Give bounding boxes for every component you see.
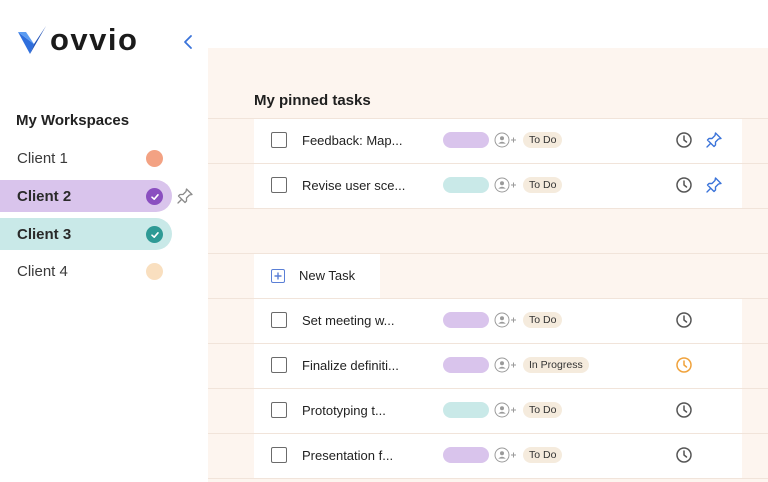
task-title[interactable]: Prototyping t...: [302, 403, 386, 418]
pin-icon[interactable]: [176, 187, 194, 205]
task-title[interactable]: Revise user sce...: [302, 178, 405, 193]
new-task-button[interactable]: New Task: [254, 254, 380, 298]
client-label: Client 3: [17, 225, 72, 243]
add-user-icon: [494, 312, 516, 328]
add-user-icon: [494, 357, 516, 373]
status-badge[interactable]: To Do: [523, 132, 563, 148]
clock-icon[interactable]: [675, 176, 693, 194]
task-title[interactable]: Presentation f...: [302, 448, 393, 463]
client-color-dot: [146, 150, 163, 167]
task-checkbox[interactable]: [271, 312, 287, 328]
task-checkbox[interactable]: [271, 402, 287, 418]
add-user-icon: [494, 132, 516, 148]
add-user-icon: [494, 402, 516, 418]
chevron-left-icon: [184, 35, 192, 49]
sidebar: ovvio My Workspaces Client 1 Client 2 Cl…: [0, 0, 208, 482]
task-checkbox[interactable]: [271, 132, 287, 148]
table-row[interactable]: Presentation f... To Do: [254, 434, 742, 478]
brand-name: ovvio: [50, 22, 139, 57]
clock-icon[interactable]: [675, 131, 693, 149]
plus-icon: [271, 269, 285, 283]
assign-user-button[interactable]: [494, 447, 520, 463]
task-title[interactable]: Set meeting w...: [302, 313, 395, 328]
clock-icon[interactable]: [675, 446, 693, 464]
client-label: Client 4: [17, 262, 68, 280]
workspaces-title: My Workspaces: [16, 112, 130, 129]
add-user-icon: [494, 447, 516, 463]
status-badge[interactable]: To Do: [523, 177, 563, 193]
assign-user-button[interactable]: [494, 132, 520, 148]
task-title[interactable]: Feedback: Map...: [302, 133, 402, 148]
tag-pill[interactable]: [443, 357, 489, 373]
table-row[interactable]: Revise user sce... To Do: [254, 164, 742, 208]
client-color-dot: [146, 263, 163, 280]
status-badge[interactable]: To Do: [523, 447, 563, 463]
tag-pill[interactable]: [443, 447, 489, 463]
client-label: Client 2: [17, 187, 72, 205]
tag-pill[interactable]: [443, 132, 489, 148]
tag-pill[interactable]: [443, 312, 489, 328]
task-checkbox[interactable]: [271, 357, 287, 373]
divider: [208, 208, 768, 209]
status-badge[interactable]: In Progress: [523, 357, 589, 373]
assign-user-button[interactable]: [494, 312, 520, 328]
assign-user-button[interactable]: [494, 177, 520, 193]
task-checkbox[interactable]: [271, 447, 287, 463]
new-task-label: New Task: [299, 268, 356, 283]
check-circle-icon[interactable]: [146, 188, 163, 205]
pin-icon[interactable]: [705, 131, 723, 149]
pinned-tasks-title: My pinned tasks: [254, 92, 371, 109]
client-label: Client 1: [17, 149, 68, 167]
clock-icon[interactable]: [675, 401, 693, 419]
divider: [208, 478, 768, 479]
table-row[interactable]: Prototyping t... To Do: [254, 389, 742, 433]
logo[interactable]: ovvio: [16, 24, 138, 56]
tag-pill[interactable]: [443, 177, 489, 193]
table-row[interactable]: Feedback: Map... To Do: [254, 119, 742, 163]
sidebar-item-client-4[interactable]: Client 4: [0, 255, 172, 287]
assign-user-button[interactable]: [494, 402, 520, 418]
sidebar-item-client-3[interactable]: Client 3: [0, 218, 172, 250]
table-row[interactable]: Set meeting w... To Do: [254, 299, 742, 343]
sidebar-item-client-1[interactable]: Client 1: [0, 142, 172, 174]
ovvio-logo-icon: [18, 26, 46, 54]
collapse-sidebar-button[interactable]: [180, 32, 196, 52]
task-title[interactable]: Finalize definiti...: [302, 358, 399, 373]
main-content: My pinned tasks Feedback: Map... To Do R: [208, 48, 768, 482]
table-row[interactable]: Finalize definiti... In Progress: [254, 344, 742, 388]
sidebar-item-client-2[interactable]: Client 2: [0, 180, 172, 212]
pin-icon[interactable]: [705, 176, 723, 194]
clock-icon[interactable]: [675, 311, 693, 329]
tag-pill[interactable]: [443, 402, 489, 418]
add-user-icon: [494, 177, 516, 193]
assign-user-button[interactable]: [494, 357, 520, 373]
task-checkbox[interactable]: [271, 177, 287, 193]
check-circle-icon[interactable]: [146, 226, 163, 243]
clock-icon[interactable]: [675, 356, 693, 374]
status-badge[interactable]: To Do: [523, 402, 563, 418]
status-badge[interactable]: To Do: [523, 312, 563, 328]
